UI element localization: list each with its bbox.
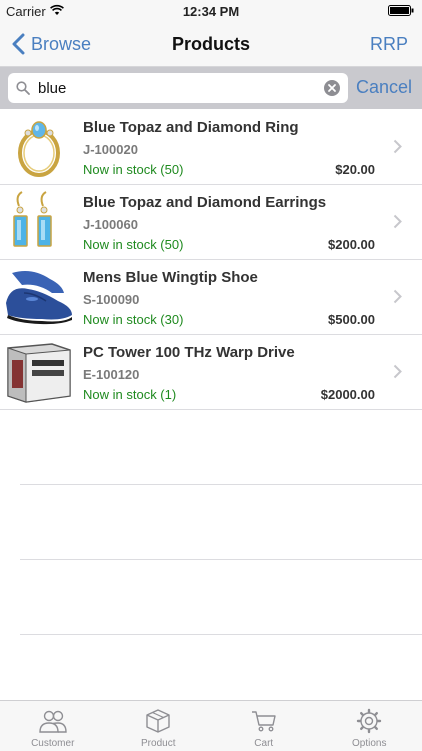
product-name: PC Tower 100 THz Warp Drive [83, 344, 295, 361]
cancel-button[interactable]: Cancel [356, 77, 412, 98]
stock-status: Now in stock (50) [83, 162, 183, 177]
search-icon [16, 81, 30, 95]
clock: 12:34 PM [0, 4, 422, 19]
product-sku: E-100120 [83, 367, 139, 382]
product-name: Blue Topaz and Diamond Ring [83, 119, 299, 136]
tab-customer[interactable]: Customer [0, 701, 106, 751]
search-bar: Cancel [0, 67, 422, 109]
box-icon [144, 708, 172, 734]
empty-row [20, 560, 422, 635]
product-price: $2000.00 [321, 387, 375, 402]
gear-icon [355, 708, 383, 734]
page-title: Products [0, 34, 422, 55]
chevron-right-icon [393, 364, 402, 379]
tab-bar: Customer Product Cart Options [0, 700, 422, 751]
product-list: Blue Topaz and Diamond Ring J-100020 Now… [0, 110, 422, 635]
product-row[interactable]: PC Tower 100 THz Warp Drive E-100120 Now… [0, 335, 422, 410]
product-row[interactable]: Mens Blue Wingtip Shoe S-100090 Now in s… [0, 260, 422, 335]
clear-search-icon[interactable] [324, 80, 340, 96]
product-name: Mens Blue Wingtip Shoe [83, 269, 258, 286]
tab-cart[interactable]: Cart [211, 701, 317, 751]
tab-label: Product [106, 738, 212, 749]
earrings-thumbnail [2, 188, 76, 256]
status-bar: Carrier 12:34 PM [0, 0, 422, 22]
tab-label: Options [317, 738, 422, 749]
tab-product[interactable]: Product [106, 701, 212, 751]
empty-row [20, 485, 422, 560]
product-sku: S-100090 [83, 292, 139, 307]
battery-icon [388, 5, 414, 16]
navigation-bar: Browse Products RRP [0, 22, 422, 67]
tab-label: Customer [0, 738, 106, 749]
product-sku: J-100020 [83, 142, 138, 157]
tab-label: Cart [211, 738, 317, 749]
product-sku: J-100060 [83, 217, 138, 232]
search-input[interactable] [38, 78, 318, 98]
rrp-button[interactable]: RRP [370, 34, 408, 55]
stock-status: Now in stock (1) [83, 387, 176, 402]
shoe-thumbnail [2, 263, 76, 331]
chevron-right-icon [393, 214, 402, 229]
search-field[interactable] [8, 73, 348, 103]
product-name: Blue Topaz and Diamond Earrings [83, 194, 326, 211]
chevron-right-icon [393, 139, 402, 154]
cart-icon [250, 708, 278, 734]
stock-status: Now in stock (50) [83, 237, 183, 252]
ring-thumbnail [2, 113, 76, 181]
pc-tower-thumbnail [2, 338, 76, 406]
product-row[interactable]: Blue Topaz and Diamond Earrings J-100060… [0, 185, 422, 260]
stock-status: Now in stock (30) [83, 312, 183, 327]
product-price: $500.00 [328, 312, 375, 327]
product-price: $20.00 [335, 162, 375, 177]
product-row[interactable]: Blue Topaz and Diamond Ring J-100020 Now… [0, 110, 422, 185]
empty-row [20, 410, 422, 485]
chevron-right-icon [393, 289, 402, 304]
tab-options[interactable]: Options [317, 701, 422, 751]
product-price: $200.00 [328, 237, 375, 252]
customers-icon [39, 708, 67, 734]
